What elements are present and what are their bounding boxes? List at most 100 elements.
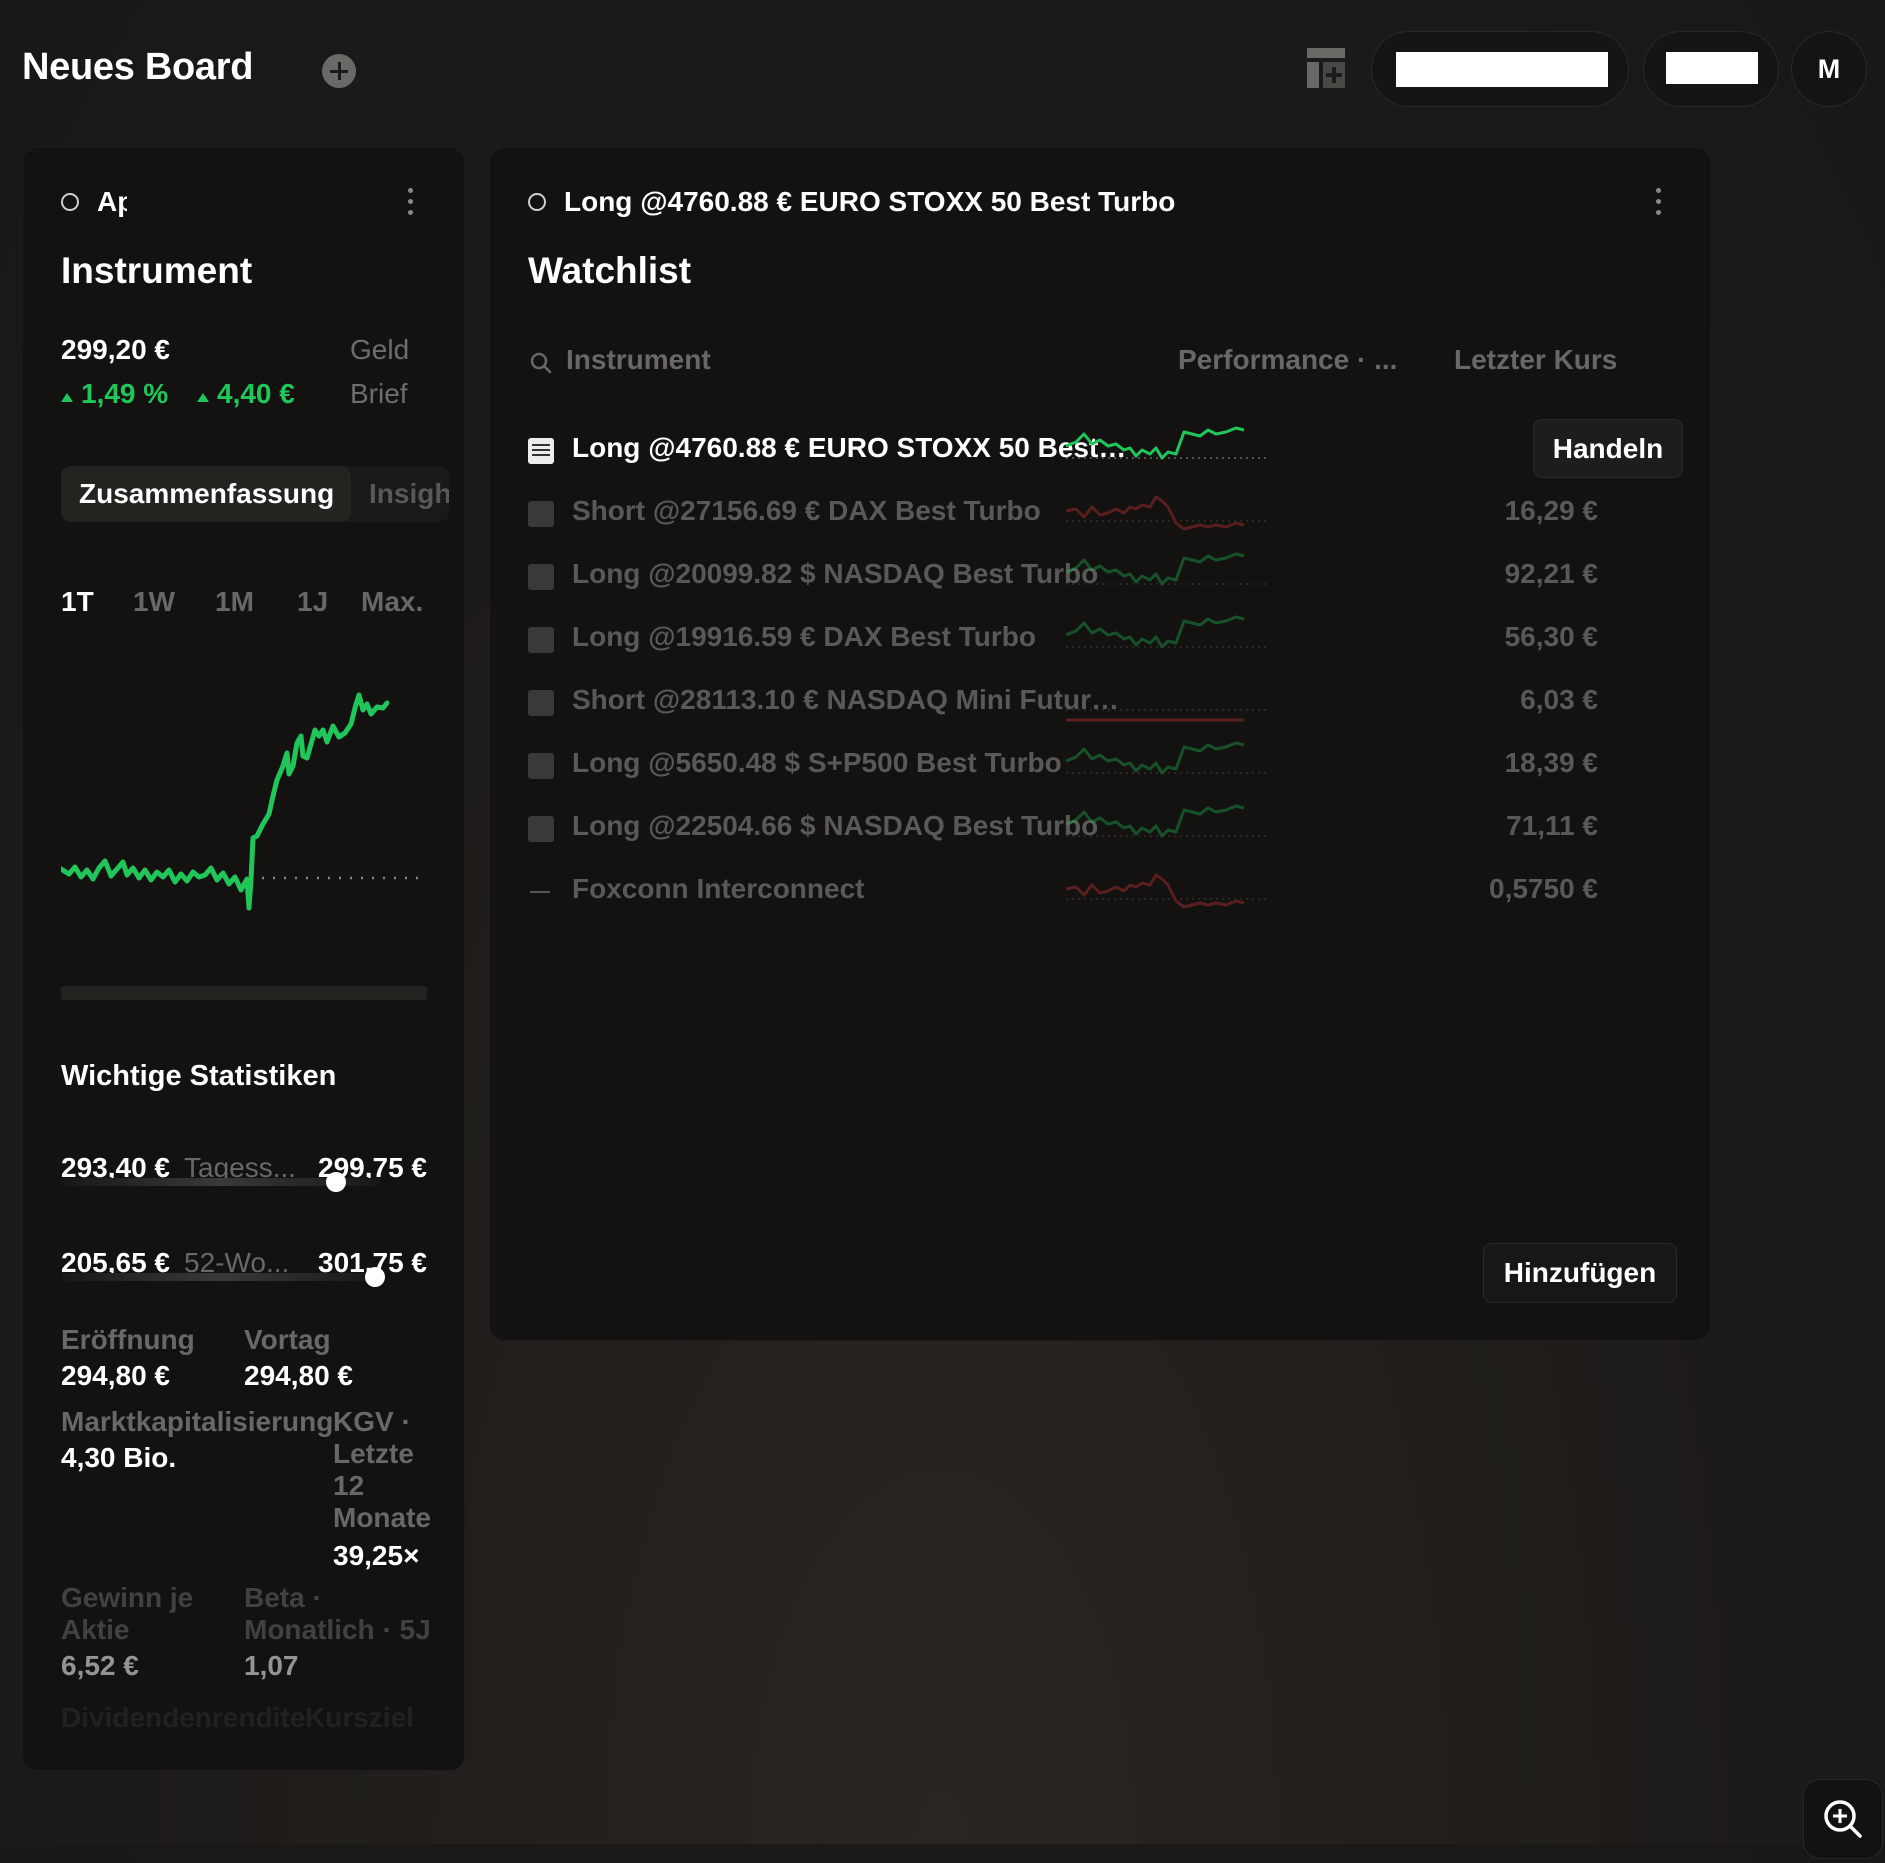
redacted-button-1[interactable] xyxy=(1372,32,1628,106)
dividend-label: Dividendenrendite xyxy=(61,1702,306,1733)
tab-zusammenfassung[interactable]: Zusammenfassung xyxy=(61,466,351,522)
watchlist-row-price: 0,5750 € xyxy=(1489,873,1598,904)
beta-label: Beta · Monatlich · 5J xyxy=(244,1582,431,1645)
top-bar: Neues Board M xyxy=(0,0,1885,140)
up-triangle-icon xyxy=(197,392,209,402)
watchlist-row[interactable]: Long @4760.88 € EURO STOXX 50 Best T...1… xyxy=(528,420,1678,483)
prev-close-value: 294,80 € xyxy=(244,1360,353,1391)
add-button[interactable]: Hinzufügen xyxy=(1484,1244,1676,1302)
col-instrument[interactable]: Instrument xyxy=(566,344,711,376)
watchlist-card-header[interactable]: Long @4760.88 € EURO STOXX 50 Best Turbo xyxy=(528,184,1175,220)
nasdaq-icon xyxy=(528,690,554,716)
dax-icon xyxy=(528,501,554,527)
circle-icon xyxy=(528,193,546,211)
instrument-card-header[interactable]: Apple xyxy=(61,184,127,220)
range-1w[interactable]: 1W xyxy=(133,586,175,618)
market-cap-label: Marktkapitalisierung xyxy=(61,1406,334,1437)
col-performance[interactable]: Performance · ... xyxy=(1178,344,1397,376)
circle-icon xyxy=(61,193,79,211)
market-cap-value: 4,30 Bio. xyxy=(61,1442,177,1473)
redacted-button-2[interactable] xyxy=(1644,32,1778,106)
avatar[interactable]: M xyxy=(1792,32,1866,106)
watchlist-row-price: 92,21 € xyxy=(1504,558,1598,589)
watchlist-row[interactable]: Short @27156.69 € DAX Best Turbo 16,29 € xyxy=(528,483,1678,546)
layout-add-icon[interactable] xyxy=(1307,48,1345,88)
foxconn-icon xyxy=(528,879,554,905)
nasdaq-icon xyxy=(528,564,554,590)
search-icon[interactable] xyxy=(530,352,552,374)
performance-sparkline xyxy=(1066,495,1266,531)
watchlist-row-name: Foxconn Interconnect xyxy=(572,873,865,904)
more-icon[interactable] xyxy=(1654,188,1662,216)
watchlist-row[interactable]: Long @19916.59 € DAX Best Turbo 56,30 € xyxy=(528,609,1678,672)
watchlist-row-name: Long @19916.59 € DAX Best Turbo xyxy=(572,621,1037,652)
instrument-tabs: Zusammenfassung Insights xyxy=(61,466,449,522)
zoom-button[interactable] xyxy=(1804,1780,1882,1858)
eps-value: 6,52 € xyxy=(61,1650,139,1681)
performance-sparkline xyxy=(1066,873,1266,909)
target-label: Kursziel xyxy=(305,1702,414,1733)
watchlist-row-name: Long @22504.66 $ NASDAQ Best Turbo xyxy=(572,810,1099,841)
tab-insights[interactable]: Insights xyxy=(369,478,449,510)
watchlist-row[interactable]: Long @22504.66 $ NASDAQ Best Turbo 71,11 … xyxy=(528,798,1678,861)
stats-title: Wichtige Statistiken xyxy=(61,1060,337,1092)
instrument-card: Apple Instrument 299,20 € Geld Brief 1,4… xyxy=(23,148,464,1770)
prev-close-label: Vortag xyxy=(244,1324,331,1355)
eps-label: Gewinn je Aktie xyxy=(61,1582,194,1645)
trade-button[interactable]: Handeln xyxy=(1534,420,1682,477)
watchlist-row-name: Short @28113.10 € NASDAQ Mini Future ... xyxy=(572,684,1132,715)
nasdaq-icon xyxy=(528,816,554,842)
brief-label: Brief xyxy=(350,378,408,409)
watchlist-row[interactable]: Long @20099.82 $ NASDAQ Best Turbo 92,21 … xyxy=(528,546,1678,609)
geld-label: Geld xyxy=(350,334,410,365)
opening-label: Eröffnung xyxy=(61,1324,195,1355)
watchlist-row-name: Long @4760.88 € EURO STOXX 50 Best T... xyxy=(572,432,1132,463)
watchlist-row[interactable]: Foxconn Interconnect 0,5750 € xyxy=(528,861,1678,924)
watchlist-row-price: 18,39 € xyxy=(1504,747,1598,778)
instrument-title: Instrument xyxy=(61,250,253,291)
performance-sparkline xyxy=(1066,552,1266,586)
watchlist-row-price: 56,30 € xyxy=(1504,621,1598,652)
performance-sparkline xyxy=(1066,426,1266,460)
watchlist-title: Watchlist xyxy=(528,250,692,291)
change-percent: 1,49 % xyxy=(61,378,168,410)
watchlist-header-text: Long @4760.88 € EURO STOXX 50 Best Turbo xyxy=(564,186,1176,217)
eurostoxx-icon xyxy=(528,438,554,464)
change-absolute: 4,40 € xyxy=(197,378,295,410)
performance-sparkline xyxy=(1066,709,1266,722)
watchlist-row-name: Long @20099.82 $ NASDAQ Best Turbo xyxy=(572,558,1099,589)
instrument-price: 299,20 € xyxy=(61,334,170,365)
more-icon[interactable] xyxy=(406,188,414,216)
watchlist-row[interactable]: Long @5650.48 $ S+P500 Best Turbo 18,39 € xyxy=(528,735,1678,798)
range-1m[interactable]: 1M xyxy=(215,586,254,618)
watchlist-row-name: Short @27156.69 € DAX Best Turbo xyxy=(572,495,1041,526)
plus-circle-icon[interactable] xyxy=(322,54,356,88)
opening-value: 294,80 € xyxy=(61,1360,170,1391)
week52-range-marker xyxy=(364,1267,385,1287)
watchlist-row-price: 71,11 € xyxy=(1506,810,1598,841)
col-last-price[interactable]: Letzter Kurs xyxy=(1454,344,1617,376)
watchlist-row-price: 6,03 € xyxy=(1520,684,1598,715)
sp500-icon xyxy=(528,753,554,779)
range-max[interactable]: Max. xyxy=(361,586,423,618)
dax-icon xyxy=(528,627,554,653)
range-1t[interactable]: 1T xyxy=(61,586,94,618)
watchlist-row-price: 16,29 € xyxy=(1504,495,1598,526)
range-1j[interactable]: 1J xyxy=(297,586,328,618)
kgv-label: KGV · Letzte 12 Monate xyxy=(333,1406,431,1533)
price-chart[interactable] xyxy=(61,648,431,988)
performance-sparkline xyxy=(1066,615,1266,649)
chart-scrollbar[interactable] xyxy=(61,986,427,1000)
day-range-marker xyxy=(326,1172,347,1192)
price-line xyxy=(61,692,390,911)
week52-range-bar xyxy=(61,1273,381,1281)
watchlist-row[interactable]: Short @28113.10 € NASDAQ Mini Future ...… xyxy=(528,672,1678,735)
board-title[interactable]: Neues Board xyxy=(22,46,253,89)
instrument-header-text: Apple xyxy=(97,186,127,217)
up-triangle-icon xyxy=(61,392,73,402)
beta-value: 1,07 xyxy=(244,1650,299,1681)
performance-sparkline xyxy=(1066,804,1266,838)
watchlist-card: Long @4760.88 € EURO STOXX 50 Best Turbo… xyxy=(490,148,1710,1340)
performance-sparkline xyxy=(1066,741,1266,775)
watchlist-row-name: Long @5650.48 $ S+P500 Best Turbo xyxy=(572,747,1062,778)
